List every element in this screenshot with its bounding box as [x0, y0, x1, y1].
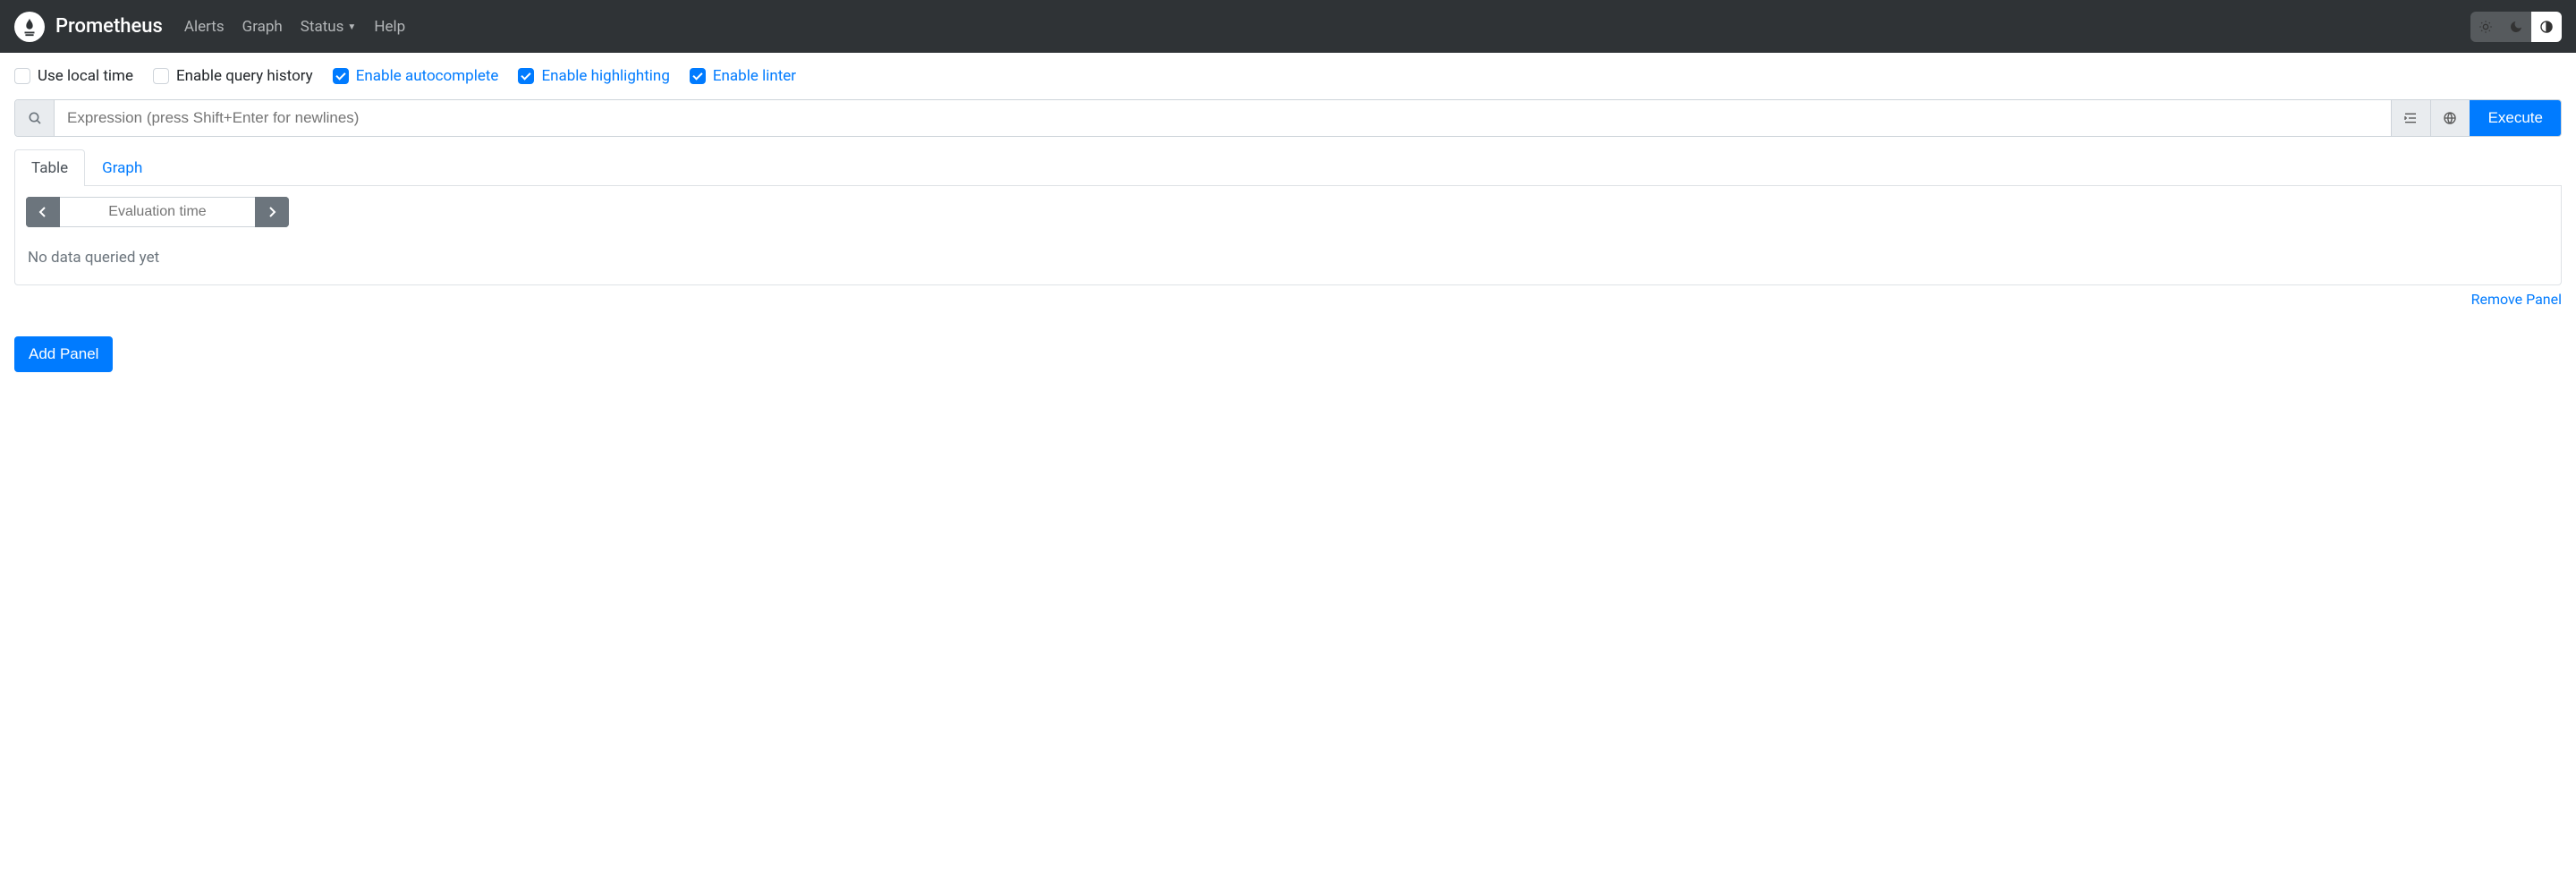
option-autocomplete[interactable]: Enable autocomplete: [333, 67, 499, 85]
navbar-brand[interactable]: Prometheus: [14, 12, 163, 42]
search-icon: [15, 100, 55, 136]
execute-button[interactable]: Execute: [2470, 100, 2561, 136]
option-local-time[interactable]: Use local time: [14, 67, 133, 85]
expression-input[interactable]: [55, 100, 2391, 136]
globe-button[interactable]: [2430, 100, 2470, 136]
option-linter-label: Enable linter: [713, 67, 796, 85]
option-highlighting[interactable]: Enable highlighting: [518, 67, 669, 85]
evaluation-time-group: [26, 197, 289, 227]
checkbox-highlighting[interactable]: [518, 68, 534, 84]
nav-link-status[interactable]: Status ▼: [301, 18, 357, 36]
nav-link-help[interactable]: Help: [374, 18, 405, 36]
theme-auto-button[interactable]: [2531, 12, 2562, 42]
checkbox-query-history[interactable]: [153, 68, 169, 84]
theme-dark-button[interactable]: [2501, 12, 2531, 42]
panel-body: No data queried yet: [14, 186, 2562, 285]
tab-graph[interactable]: Graph: [85, 149, 159, 186]
option-autocomplete-label: Enable autocomplete: [356, 67, 499, 85]
remove-panel-row: Remove Panel: [14, 291, 2562, 308]
navbar: Prometheus Alerts Graph Status ▼ Help: [0, 0, 2576, 53]
chevron-down-icon: ▼: [347, 22, 356, 32]
option-highlighting-label: Enable highlighting: [541, 67, 669, 85]
tabs: Table Graph: [14, 149, 2562, 186]
prometheus-logo-icon: [14, 12, 45, 42]
nav-link-graph[interactable]: Graph: [242, 18, 283, 36]
nav-link-status-label: Status: [301, 18, 344, 36]
theme-light-button[interactable]: [2470, 12, 2501, 42]
nav-links: Alerts Graph Status ▼ Help: [184, 18, 405, 36]
add-panel-button[interactable]: Add Panel: [14, 336, 113, 372]
evaluation-time-input[interactable]: [60, 197, 255, 227]
expression-row: Execute: [14, 99, 2562, 137]
theme-toggle-group: [2470, 12, 2562, 42]
brand-text: Prometheus: [55, 15, 163, 38]
checkbox-autocomplete[interactable]: [333, 68, 349, 84]
checkbox-local-time[interactable]: [14, 68, 30, 84]
eval-prev-button[interactable]: [26, 197, 60, 227]
no-data-message: No data queried yet: [26, 245, 2550, 274]
option-linter[interactable]: Enable linter: [690, 67, 796, 85]
option-local-time-label: Use local time: [38, 67, 133, 85]
tab-table[interactable]: Table: [14, 149, 85, 186]
option-query-history[interactable]: Enable query history: [153, 67, 313, 85]
option-query-history-label: Enable query history: [176, 67, 313, 85]
options-row: Use local time Enable query history Enab…: [14, 67, 2562, 85]
remove-panel-link[interactable]: Remove Panel: [2471, 291, 2562, 308]
main-content: Use local time Enable query history Enab…: [0, 53, 2576, 386]
checkbox-linter[interactable]: [690, 68, 706, 84]
navbar-left: Prometheus Alerts Graph Status ▼ Help: [14, 12, 405, 42]
format-button[interactable]: [2391, 100, 2430, 136]
nav-link-alerts[interactable]: Alerts: [184, 18, 225, 36]
eval-next-button[interactable]: [255, 197, 289, 227]
